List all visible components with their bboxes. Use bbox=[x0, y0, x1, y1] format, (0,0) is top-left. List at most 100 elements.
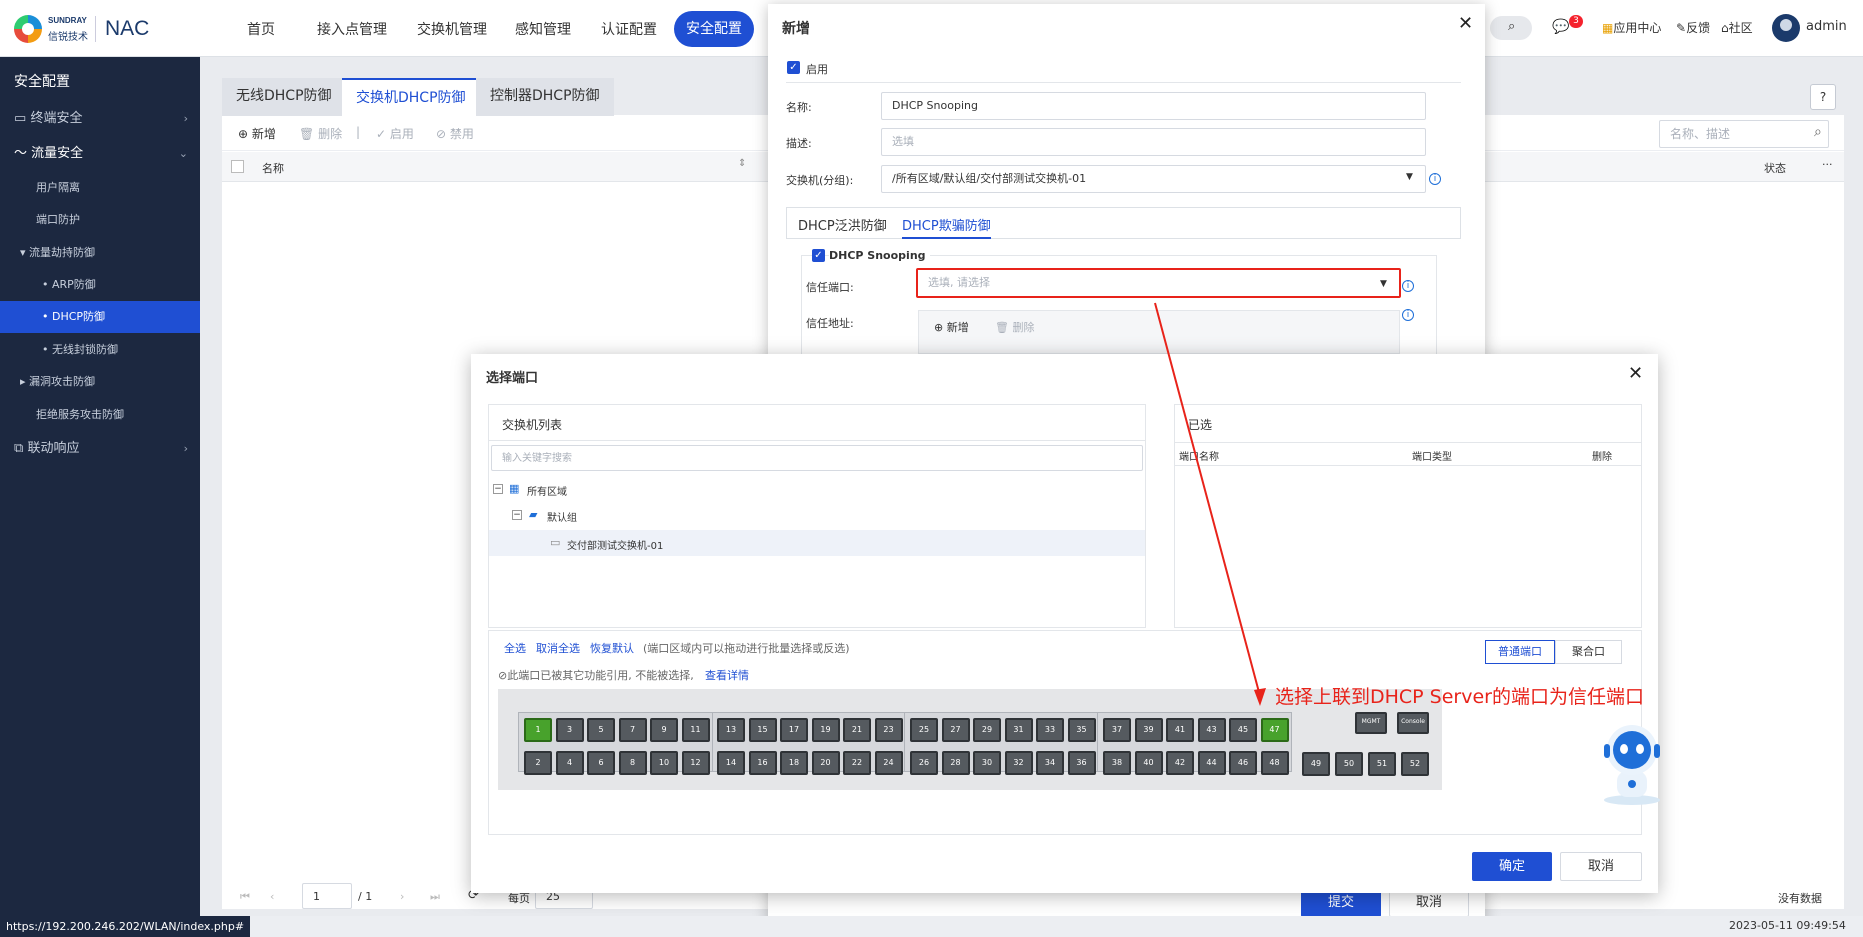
nav-switch-management[interactable]: 交换机管理 bbox=[417, 19, 487, 39]
collapse-icon[interactable]: − bbox=[512, 510, 522, 520]
port-17[interactable]: 17 bbox=[780, 718, 808, 742]
nav-security-config[interactable]: 安全配置 bbox=[674, 11, 754, 47]
port-7[interactable]: 7 bbox=[618, 718, 647, 742]
port-41[interactable]: 41 bbox=[1166, 718, 1194, 742]
search-input[interactable]: 名称、描述 bbox=[1659, 120, 1829, 148]
cancel-button[interactable]: 取消 bbox=[1560, 852, 1642, 881]
sidebar-item-vuln-attack[interactable]: ▸ 漏洞攻击防御 bbox=[0, 366, 200, 398]
tab-dhcp-flood[interactable]: DHCP泛洪防御 bbox=[798, 215, 887, 234]
trust-add-button[interactable]: ⊕ 新增 bbox=[934, 319, 969, 335]
port-30[interactable]: 30 bbox=[973, 751, 1001, 775]
view-detail-link[interactable]: 查看详情 bbox=[705, 667, 749, 683]
header-search[interactable]: ⌕ bbox=[1490, 16, 1532, 40]
port-4[interactable]: 4 bbox=[555, 751, 584, 775]
switch-select[interactable]: /所有区域/默认组/交付部测试交换机-01 bbox=[881, 165, 1426, 193]
port-10[interactable]: 10 bbox=[650, 751, 678, 775]
confirm-button[interactable]: 确定 bbox=[1472, 852, 1552, 881]
sidebar-item-dos[interactable]: 拒绝服务攻击防御 bbox=[0, 399, 200, 431]
close-icon[interactable]: ✕ bbox=[1628, 363, 1643, 384]
app-center-link[interactable]: ▦应用中心 bbox=[1602, 19, 1661, 36]
delete-button[interactable]: 🗑 删除 bbox=[299, 125, 342, 142]
port-45[interactable]: 45 bbox=[1229, 718, 1257, 742]
community-link[interactable]: ⌂社区 bbox=[1721, 19, 1753, 36]
port-42[interactable]: 42 bbox=[1166, 751, 1194, 775]
port-38[interactable]: 38 bbox=[1103, 751, 1131, 775]
port-28[interactable]: 28 bbox=[941, 751, 970, 775]
tab-wireless-dhcp[interactable]: 无线DHCP防御 bbox=[222, 78, 346, 116]
normal-port-toggle[interactable]: 普通端口 bbox=[1485, 640, 1555, 664]
help-button[interactable]: ? bbox=[1810, 84, 1836, 110]
prev-page-icon[interactable]: ‹ bbox=[270, 890, 274, 903]
sidebar-item-endpoint-security[interactable]: ▭ 终端安全 › bbox=[0, 103, 200, 135]
switch-search-input[interactable]: 输入关键字搜索 bbox=[491, 445, 1143, 471]
port-24[interactable]: 24 bbox=[874, 751, 903, 775]
tab-dhcp-spoof[interactable]: DHCP欺骗防御 bbox=[902, 215, 991, 239]
port-6[interactable]: 6 bbox=[587, 751, 615, 775]
port-8[interactable]: 8 bbox=[618, 751, 647, 775]
column-status[interactable]: 状态 bbox=[1764, 160, 1786, 176]
next-page-icon[interactable]: › bbox=[400, 890, 404, 903]
port-14[interactable]: 14 bbox=[717, 751, 745, 775]
port-9[interactable]: 9 bbox=[650, 718, 678, 742]
enable-checkbox[interactable]: ✓ bbox=[787, 61, 800, 74]
sidebar-item-port-protection[interactable]: 端口防护 bbox=[0, 204, 200, 236]
select-all-checkbox[interactable] bbox=[231, 160, 244, 173]
desc-field[interactable]: 选填 bbox=[881, 128, 1426, 156]
port-15[interactable]: 15 bbox=[748, 718, 777, 742]
sort-icon[interactable]: ⇕ bbox=[738, 158, 746, 169]
sfp-port-51[interactable]: 51 bbox=[1368, 752, 1396, 776]
port-29[interactable]: 29 bbox=[973, 718, 1001, 742]
port-23[interactable]: 23 bbox=[874, 718, 903, 742]
port-32[interactable]: 32 bbox=[1004, 751, 1033, 775]
tab-switch-dhcp[interactable]: 交换机DHCP防御 bbox=[342, 78, 480, 116]
port-44[interactable]: 44 bbox=[1197, 751, 1226, 775]
port-43[interactable]: 43 bbox=[1197, 718, 1226, 742]
search-icon[interactable]: ⌕ bbox=[1814, 124, 1822, 140]
message-icon[interactable]: 💬 bbox=[1552, 19, 1569, 35]
collapse-icon[interactable]: − bbox=[493, 484, 503, 494]
port-47[interactable]: 47 bbox=[1260, 718, 1289, 742]
tree-node-all-areas[interactable]: 所有区域 bbox=[527, 483, 567, 498]
port-16[interactable]: 16 bbox=[748, 751, 777, 775]
tab-controller-dhcp[interactable]: 控制器DHCP防御 bbox=[476, 78, 614, 116]
sfp-port-52[interactable]: 52 bbox=[1401, 752, 1429, 776]
cancel-button[interactable]: 取消 bbox=[1389, 889, 1469, 917]
port-36[interactable]: 36 bbox=[1067, 751, 1096, 775]
enable-button[interactable]: ✓ 启用 bbox=[376, 125, 414, 142]
port-2[interactable]: 2 bbox=[524, 751, 552, 775]
sidebar-item-linkage[interactable]: ⧉ 联动响应 › bbox=[0, 433, 200, 465]
select-all-link[interactable]: 全选 bbox=[504, 640, 526, 656]
add-button[interactable]: ⊕ 新增 bbox=[238, 125, 276, 142]
port-26[interactable]: 26 bbox=[910, 751, 938, 775]
nav-sensing[interactable]: 感知管理 bbox=[515, 19, 571, 39]
sidebar-item-arp[interactable]: • ARP防御 bbox=[0, 269, 200, 301]
aggregate-port-toggle[interactable]: 聚合口 bbox=[1555, 640, 1622, 664]
submit-button[interactable]: 提交 bbox=[1301, 889, 1381, 917]
first-page-icon[interactable]: ⏮ bbox=[240, 890, 250, 904]
nav-home[interactable]: 首页 bbox=[247, 19, 275, 39]
port-46[interactable]: 46 bbox=[1229, 751, 1257, 775]
port-19[interactable]: 19 bbox=[811, 718, 840, 742]
port-27[interactable]: 27 bbox=[941, 718, 970, 742]
nav-ap-management[interactable]: 接入点管理 bbox=[317, 19, 387, 39]
port-48[interactable]: 48 bbox=[1260, 751, 1289, 775]
port-11[interactable]: 11 bbox=[681, 718, 710, 742]
port-3[interactable]: 3 bbox=[555, 718, 584, 742]
port-25[interactable]: 25 bbox=[910, 718, 938, 742]
snooping-checkbox[interactable]: ✓ bbox=[812, 249, 825, 262]
avatar[interactable] bbox=[1772, 14, 1800, 42]
info-icon[interactable]: i bbox=[1402, 280, 1414, 292]
sfp-port-49[interactable]: 49 bbox=[1302, 752, 1330, 776]
port-35[interactable]: 35 bbox=[1067, 718, 1096, 742]
trust-delete-button[interactable]: 🗑 删除 bbox=[995, 319, 1034, 335]
port-37[interactable]: 37 bbox=[1103, 718, 1131, 742]
restore-default-link[interactable]: 恢复默认 bbox=[590, 640, 634, 656]
info-icon[interactable]: i bbox=[1402, 309, 1414, 321]
more-icon[interactable]: ··· bbox=[1822, 158, 1833, 171]
username[interactable]: admin bbox=[1806, 19, 1847, 34]
page-input[interactable]: 1 bbox=[302, 883, 352, 909]
tree-node-default-group[interactable]: 默认组 bbox=[547, 509, 577, 524]
sidebar-item-wireless-block[interactable]: • 无线封锁防御 bbox=[0, 334, 200, 366]
column-name[interactable]: 名称 bbox=[262, 160, 284, 176]
port-31[interactable]: 31 bbox=[1004, 718, 1033, 742]
